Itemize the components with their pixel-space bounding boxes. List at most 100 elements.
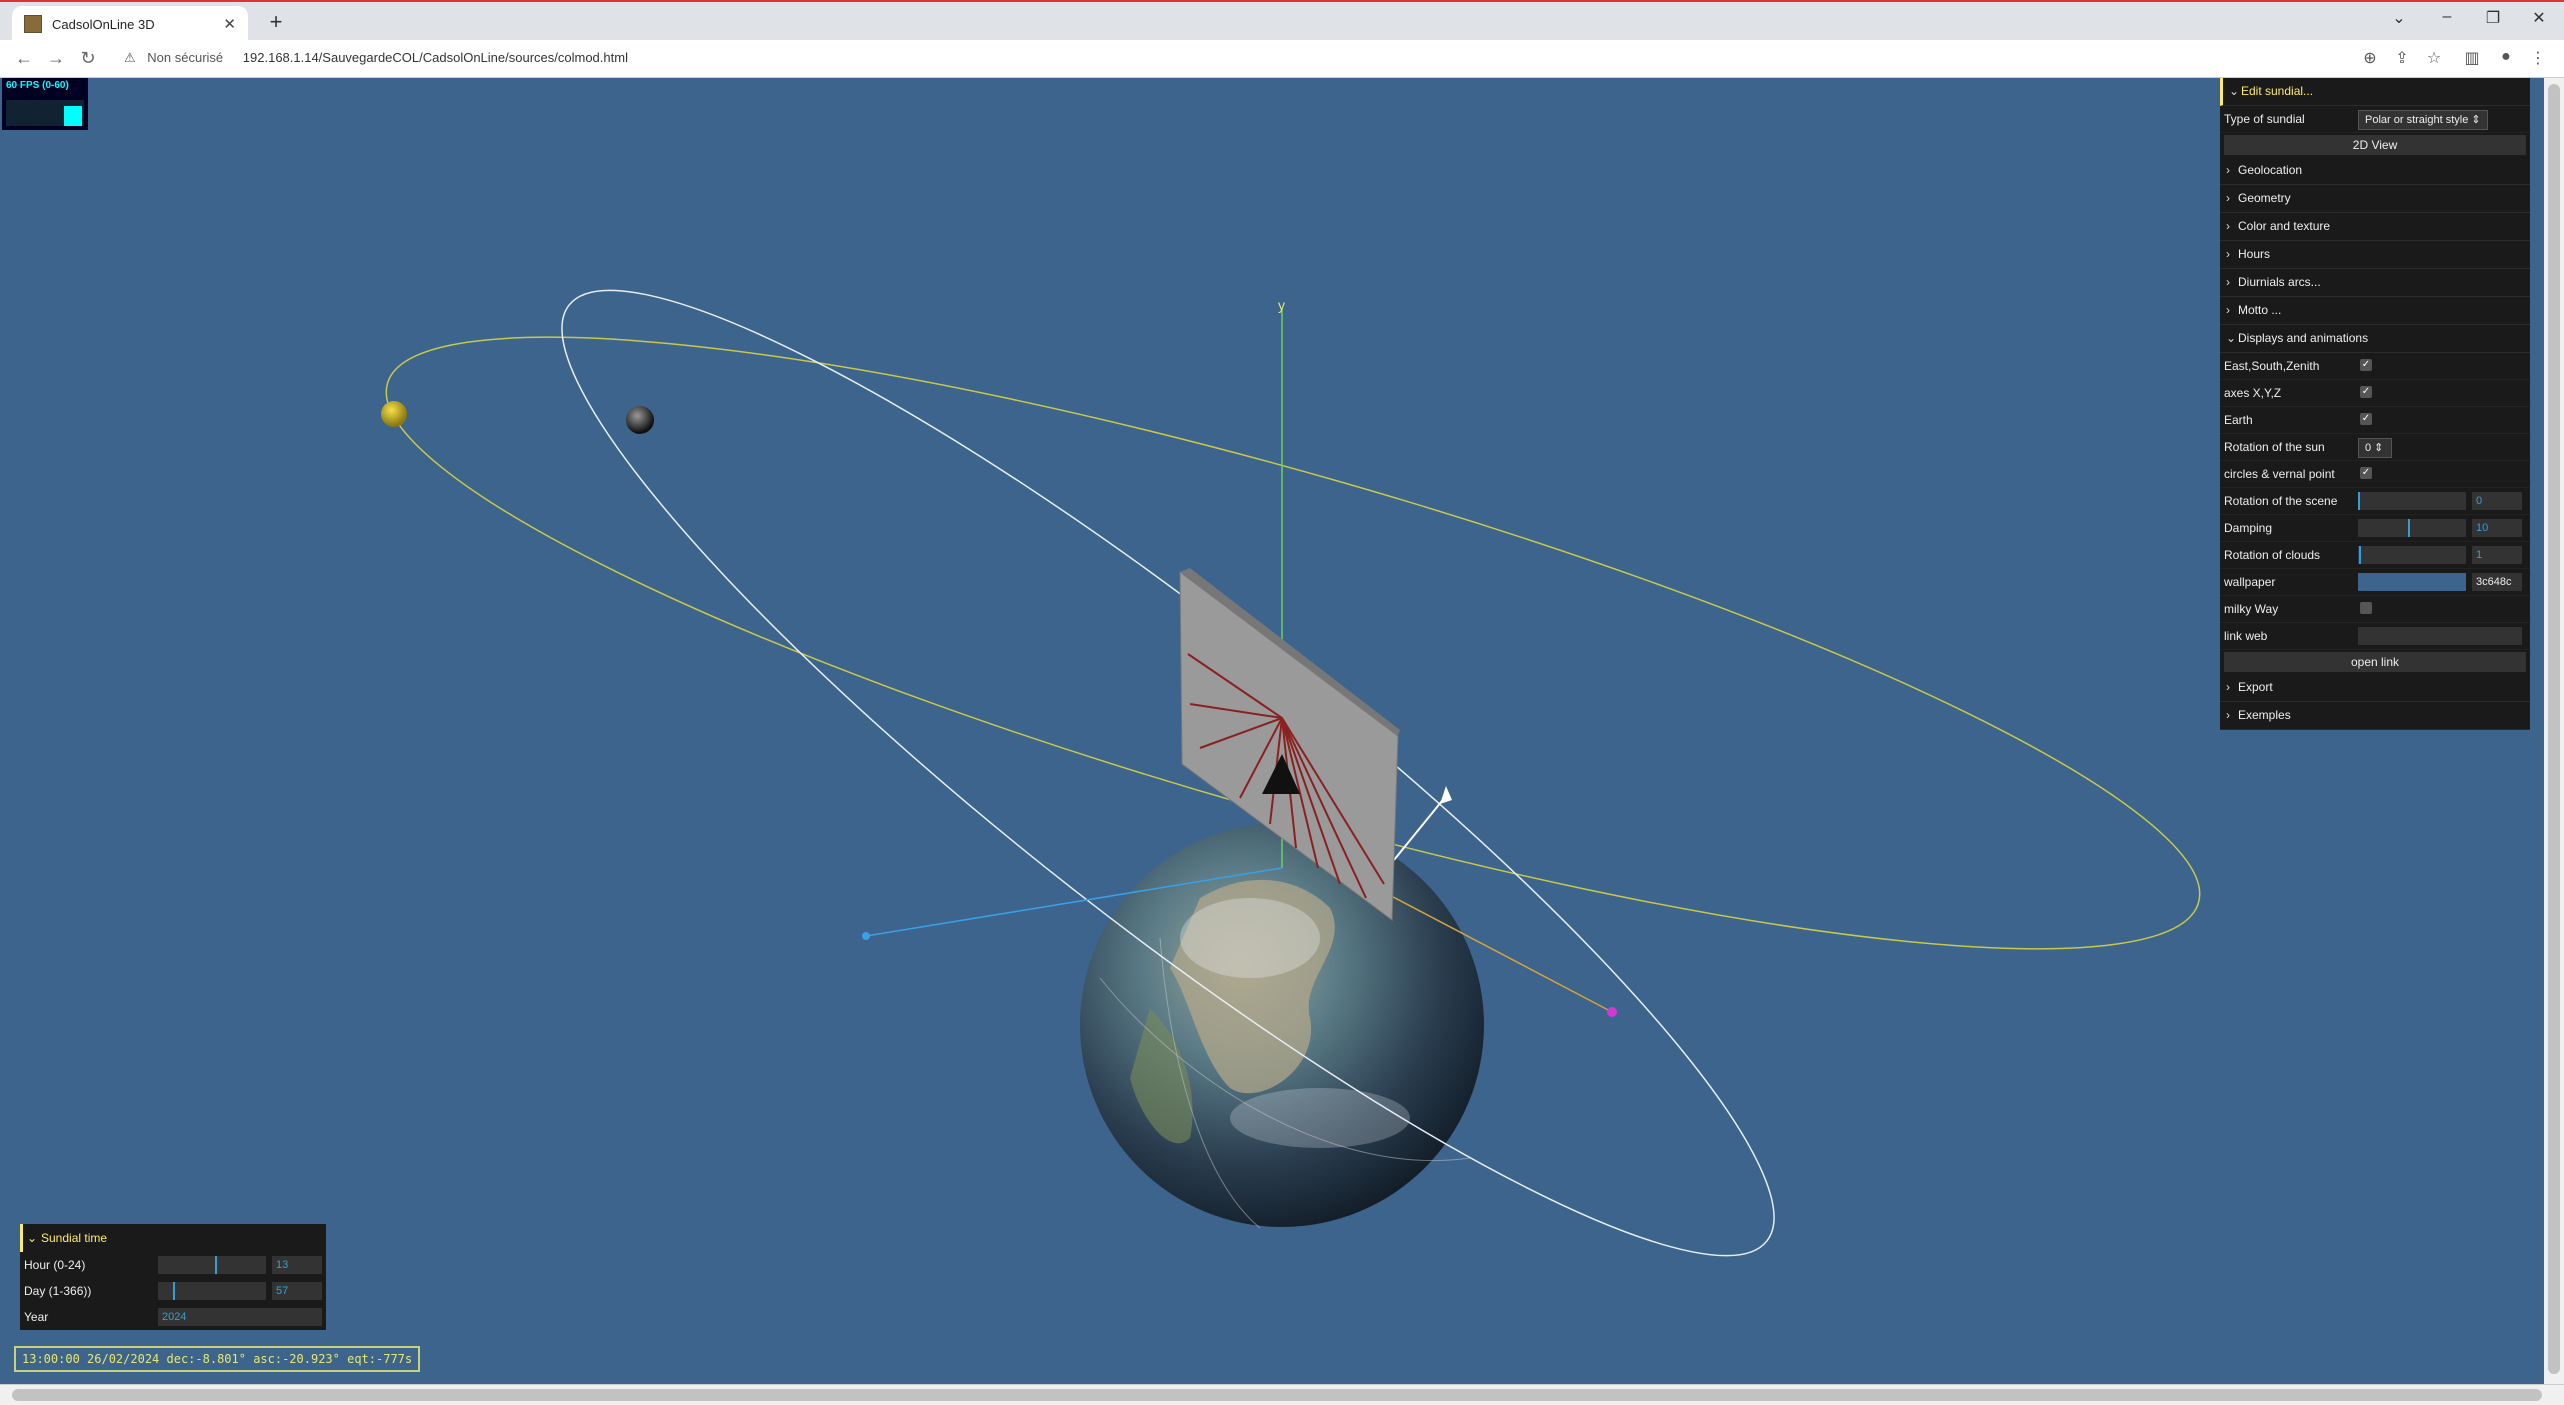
folder-geolocation[interactable]: › Geolocation (2220, 157, 2530, 185)
circles-checkbox[interactable]: ✓ (2360, 467, 2372, 479)
clouds-rotation-label: Rotation of clouds (2224, 548, 2321, 562)
security-label: Non sécurisé (147, 50, 224, 65)
chevron-right-icon: › (2226, 247, 2230, 261)
scene-viewport[interactable]: y 60 FPS (0-60) ⌄ Edit sundial... Type o… (0, 78, 2564, 1384)
moon-sphere (626, 406, 654, 434)
sun-rotation-row: Rotation of the sun 0 ⇕ (2220, 434, 2530, 461)
damping-input[interactable]: 10 (2472, 519, 2522, 537)
minimize-icon[interactable]: – (2432, 8, 2462, 26)
tab-search-icon[interactable]: ⌄ (2384, 8, 2414, 28)
axes-label: axes X,Y,Z (2224, 386, 2282, 400)
back-icon[interactable]: ← (12, 48, 36, 69)
folder-label: Color and texture (2238, 219, 2331, 233)
chevron-right-icon: › (2226, 163, 2230, 177)
folder-sundial-time[interactable]: ⌄ Sundial time (20, 1224, 326, 1252)
open-link-button[interactable]: open link (2224, 652, 2526, 672)
year-row: Year 2024 (20, 1304, 326, 1330)
clouds-rotation-row: Rotation of clouds 1 (2220, 542, 2530, 569)
edit-sundial-label: Edit sundial... (2241, 84, 2314, 98)
folder-label: Exemples (2238, 708, 2291, 722)
side-panel-icon[interactable]: ▥ (2460, 48, 2484, 68)
new-tab-button[interactable]: + (262, 8, 290, 36)
fps-bar (64, 106, 82, 126)
hour-slider[interactable] (158, 1256, 266, 1274)
favicon-icon (24, 15, 42, 33)
axes-checkbox[interactable]: ✓ (2360, 386, 2372, 398)
year-input[interactable]: 2024 (158, 1308, 322, 1326)
wallpaper-color-swatch[interactable] (2358, 573, 2466, 591)
folder-exemples[interactable]: › Exemples (2220, 702, 2530, 730)
link-web-label: link web (2224, 629, 2268, 643)
esz-checkbox[interactable]: ✓ (2360, 359, 2372, 371)
warning-icon: ⚠ (124, 50, 136, 65)
chevron-right-icon: › (2226, 303, 2230, 317)
arrow-head (1440, 786, 1452, 804)
wallpaper-label: wallpaper (2224, 575, 2276, 589)
status-readout: 13:00:00 26/02/2024 dec:-8.801° asc:-20.… (14, 1346, 421, 1372)
hour-label: Hour (0-24) (24, 1258, 86, 1272)
sun-rotation-label: Rotation of the sun (2224, 440, 2325, 454)
folder-geometry[interactable]: › Geometry (2220, 185, 2530, 213)
restore-icon[interactable]: ❐ (2478, 8, 2508, 28)
fps-monitor[interactable]: 60 FPS (0-60) (2, 78, 88, 130)
hour-input[interactable]: 13 (272, 1256, 322, 1274)
share-icon[interactable]: ⇪ (2390, 48, 2414, 68)
folder-hours[interactable]: › Hours (2220, 241, 2530, 269)
folder-displays-animations[interactable]: ⌄ Displays and animations (2220, 325, 2530, 353)
reload-icon[interactable]: ↻ (76, 48, 100, 69)
damping-slider[interactable] (2358, 519, 2466, 537)
profile-icon[interactable]: ● (2494, 48, 2518, 66)
chevron-down-icon: ⌄ (2226, 331, 2237, 345)
chevron-right-icon: › (2226, 275, 2230, 289)
folder-label: Geometry (2238, 191, 2291, 205)
chevron-right-icon: › (2226, 680, 2230, 694)
chevron-down-icon: ⌄ (27, 1231, 38, 1245)
scene-rotation-label: Rotation of the scene (2224, 494, 2338, 508)
scene-rotation-slider[interactable] (2358, 492, 2466, 510)
forward-icon[interactable]: → (44, 48, 68, 69)
damping-row: Damping 10 (2220, 515, 2530, 542)
clouds-rotation-input[interactable]: 1 (2472, 546, 2522, 564)
axes-row: axes X,Y,Z ✓ (2220, 380, 2530, 407)
vertical-scrollbar[interactable] (2544, 78, 2564, 1384)
milky-way-checkbox[interactable] (2360, 602, 2372, 614)
scene-rotation-input[interactable]: 0 (2472, 492, 2522, 510)
chevron-right-icon: › (2226, 191, 2230, 205)
folder-color-texture[interactable]: › Color and texture (2220, 213, 2530, 241)
earth-checkbox[interactable]: ✓ (2360, 413, 2372, 425)
sundial-time-panel: ⌄ Sundial time Hour (0-24) 13 Day (1-366))… (20, 1224, 326, 1330)
browser-tab-bar: CadsolOnLine 3D ✕ + ⌄ – ❐ ✕ (0, 0, 2564, 42)
clouds-rotation-slider[interactable] (2358, 546, 2466, 564)
link-web-input[interactable] (2358, 627, 2522, 645)
day-input[interactable]: 57 (272, 1282, 322, 1300)
milky-way-label: milky Way (2224, 602, 2279, 616)
folder-diurnal-arcs[interactable]: › Diurnials arcs... (2220, 269, 2530, 297)
url-text: 192.168.1.14/SauvegardeCOL/CadsolOnLine/… (242, 50, 628, 65)
milky-way-row: milky Way (2220, 596, 2530, 623)
day-label: Day (1-366)) (24, 1284, 92, 1298)
bookmark-star-icon[interactable]: ☆ (2422, 48, 2446, 68)
folder-motto[interactable]: › Motto ... (2220, 297, 2530, 325)
earth-label: Earth (2224, 413, 2253, 427)
east-south-zenith-row: East,South,Zenith ✓ (2220, 353, 2530, 380)
close-window-icon[interactable]: ✕ (2524, 8, 2554, 28)
folder-export[interactable]: › Export (2220, 674, 2530, 702)
view-2d-button[interactable]: 2D View (2224, 135, 2526, 155)
url-field[interactable]: ⚠ Non sécurisé 192.168.1.14/SauvegardeCO… (124, 50, 628, 66)
close-tab-icon[interactable]: ✕ (223, 15, 236, 33)
type-of-sundial-select[interactable]: Polar or straight style ⇕ (2358, 110, 2488, 130)
day-slider[interactable] (158, 1282, 266, 1300)
folder-edit-sundial[interactable]: ⌄ Edit sundial... (2220, 78, 2530, 106)
browser-tab[interactable]: CadsolOnLine 3D ✕ (12, 6, 248, 42)
chevron-down-icon: ⌄ (2229, 84, 2240, 98)
folder-label: Geolocation (2238, 163, 2303, 177)
tab-title: CadsolOnLine 3D (52, 16, 155, 32)
sun-rotation-select[interactable]: 0 ⇕ (2358, 438, 2392, 458)
scene-canvas[interactable]: y (0, 78, 2564, 1384)
horizontal-scrollbar[interactable] (0, 1384, 2564, 1405)
wallpaper-input[interactable]: 3c648c (2472, 573, 2522, 591)
menu-icon[interactable]: ⋮ (2526, 48, 2550, 68)
chevron-right-icon: › (2226, 219, 2230, 233)
damping-label: Damping (2224, 521, 2273, 535)
zoom-icon[interactable]: ⊕ (2358, 48, 2382, 68)
